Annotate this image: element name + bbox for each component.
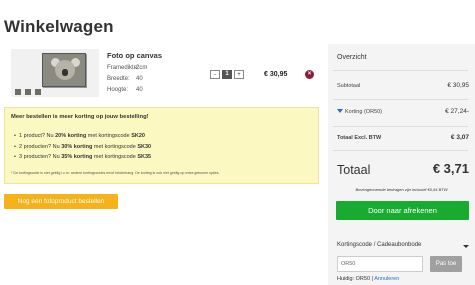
- discount-value: € 27,24-: [445, 108, 469, 115]
- koala-nose: [62, 69, 68, 76]
- promo-text: met kortingscode: [92, 144, 138, 150]
- current-coupon-text: Huidig: OR50 |: [337, 276, 375, 282]
- checkout-button[interactable]: Door naar afrekenen: [336, 201, 469, 220]
- spec-label: Breedte:: [107, 76, 130, 82]
- divider: [333, 126, 468, 127]
- mini-canvas: [25, 89, 31, 95]
- vat-note: Bovengenoemde bedragen zijn inclusief €0…: [355, 187, 448, 192]
- promo-text: 2 producten? Nu: [19, 144, 62, 150]
- quantity-value[interactable]: 1: [222, 70, 232, 79]
- discount-label: Korting (OR50): [345, 109, 382, 115]
- promo-line: • 2 producten? Nu 30% korting met korting…: [14, 144, 151, 150]
- remove-item-icon[interactable]: ×: [305, 70, 314, 79]
- promo-text: met kortingscode: [92, 154, 138, 160]
- order-overview-panel: Overzicht Subtotaal € 30,95 Korting (OR5…: [328, 44, 475, 259]
- chevron-down-icon[interactable]: [463, 245, 469, 248]
- promo-code: SK35: [137, 154, 152, 160]
- spec-label: Framedikte:: [107, 65, 139, 71]
- coupon-panel: Kortingscode / Cadeaubonbode Pas toe Hui…: [328, 236, 475, 285]
- subtotal-value: € 30,95: [447, 82, 469, 89]
- quantity-increase-button[interactable]: +: [234, 70, 244, 79]
- product-title[interactable]: Foto op canvas: [107, 51, 162, 60]
- subtotal-label: Subtotaal: [337, 83, 361, 89]
- order-another-product-button[interactable]: Nog een fotoproduct bestellen: [4, 194, 118, 209]
- total-excl-vat-value: € 3,07: [450, 134, 469, 141]
- koala-canvas-image: [42, 53, 86, 87]
- promo-line: • 3 producten? Nu 35% korting met korting…: [14, 154, 151, 160]
- promo-footnote: * De kortingscode is niet geldig i.c.m. …: [11, 171, 220, 175]
- current-coupon-line: Huidig: OR50 | Annuleren: [337, 276, 399, 282]
- mini-canvas: [15, 89, 21, 95]
- spec-label: Hoogte:: [107, 87, 129, 93]
- caret-down-icon: [337, 109, 343, 113]
- divider: [333, 70, 468, 71]
- mini-canvas: [35, 89, 41, 95]
- promo-text: 3 producten? Nu: [19, 154, 62, 160]
- coupon-code-input[interactable]: [337, 256, 423, 272]
- product-spec-row: Hoogte: 40: [107, 87, 143, 93]
- total-excl-vat-label: Totaal Excl. BTW: [337, 135, 382, 141]
- apply-coupon-button[interactable]: Pas toe: [430, 256, 462, 272]
- divider: [333, 150, 468, 151]
- grand-total-value: € 3,71: [432, 161, 469, 176]
- line-item-price: € 30,95: [264, 71, 288, 78]
- promo-title: Meer bestellen is meer korting op jouw b…: [11, 114, 149, 120]
- product-spec-row: Breedte: 40: [107, 76, 143, 82]
- promo-text: 1 product? Nu: [19, 133, 56, 139]
- spec-value: 40: [136, 76, 143, 82]
- promo-text: met kortingscode: [86, 133, 132, 139]
- promo-discount: 35% korting: [61, 154, 93, 160]
- quantity-decrease-button[interactable]: -: [210, 70, 220, 79]
- grand-total-label: Totaal: [337, 163, 371, 177]
- promo-code: SK20: [131, 133, 145, 139]
- discount-row[interactable]: Korting (OR50): [337, 109, 382, 115]
- overview-title: Overzicht: [337, 54, 367, 61]
- cancel-coupon-link[interactable]: Annuleren: [374, 276, 399, 282]
- page-title: Winkelwagen: [4, 17, 114, 36]
- promo-discount: 30% korting: [61, 144, 93, 150]
- product-thumbnail[interactable]: [11, 49, 99, 97]
- promo-discount: 20% korting: [55, 133, 87, 139]
- coupon-title[interactable]: Kortingscode / Cadeaubonbode: [337, 242, 421, 248]
- promo-code: SK30: [137, 144, 152, 150]
- spec-value: 40: [136, 87, 143, 93]
- promo-line: • 1 product? Nu 20% korting met kortingsc…: [14, 133, 145, 139]
- spec-value: 2cm: [136, 65, 148, 71]
- product-spec-row: Framedikte: 2cm: [107, 65, 147, 71]
- discount-promo-box: Meer bestellen is meer korting op jouw b…: [4, 107, 319, 184]
- divider: [333, 99, 468, 100]
